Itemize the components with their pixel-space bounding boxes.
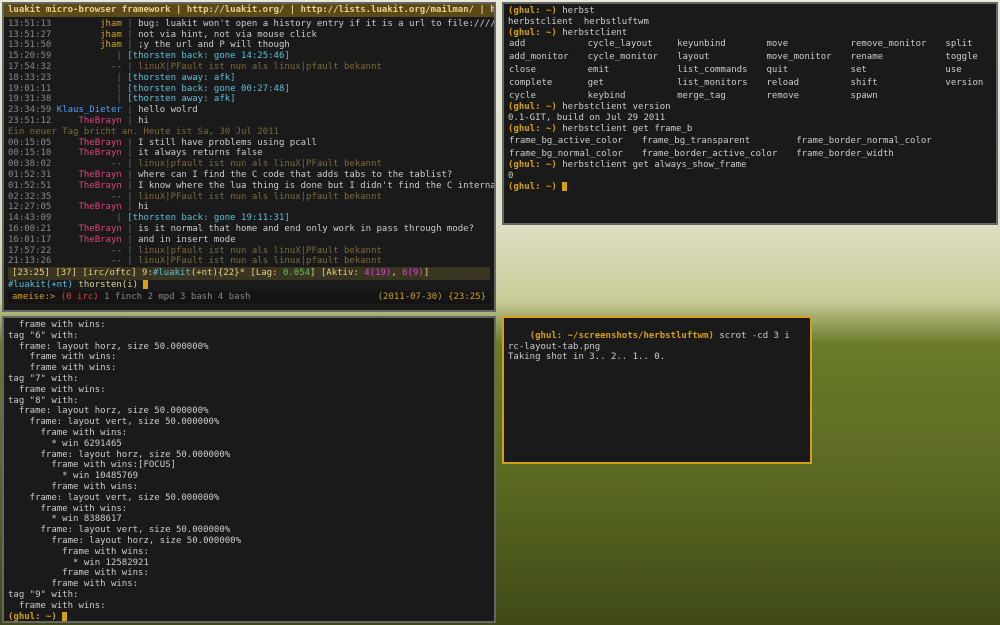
- layout-tree-output: frame with wins:tag "6" with: frame: lay…: [4, 318, 494, 624]
- scrot-line2: Taking shot in 3.. 2.. 1.. 0.: [508, 352, 665, 362]
- scrot-output: (ghul: ~/screenshots/herbstluftwm) scrot…: [504, 318, 810, 376]
- scrot-terminal[interactable]: (ghul: ~/screenshots/herbstluftwm) scrot…: [502, 316, 812, 464]
- irc-terminal[interactable]: luakit micro-browser framework | http://…: [2, 2, 496, 312]
- layout-tree-terminal[interactable]: frame with wins:tag "6" with: frame: lay…: [2, 316, 496, 623]
- herbstclient-terminal[interactable]: (ghul: ~) herbstherbstclient herbstluftw…: [502, 2, 998, 225]
- scrot-line1: rc-layout-tab.png: [508, 342, 600, 352]
- irc-titlebar: luakit micro-browser framework | http://…: [4, 4, 494, 17]
- scrot-cmd: scrot -cd 3 i: [719, 331, 789, 341]
- prompt: (ghul: ~/screenshots/herbstluftwm): [530, 331, 714, 341]
- irc-buffer: 13:51:13 jham | bug: luakit won't open a…: [4, 17, 494, 306]
- herbstclient-output: (ghul: ~) herbstherbstclient herbstluftw…: [504, 4, 996, 195]
